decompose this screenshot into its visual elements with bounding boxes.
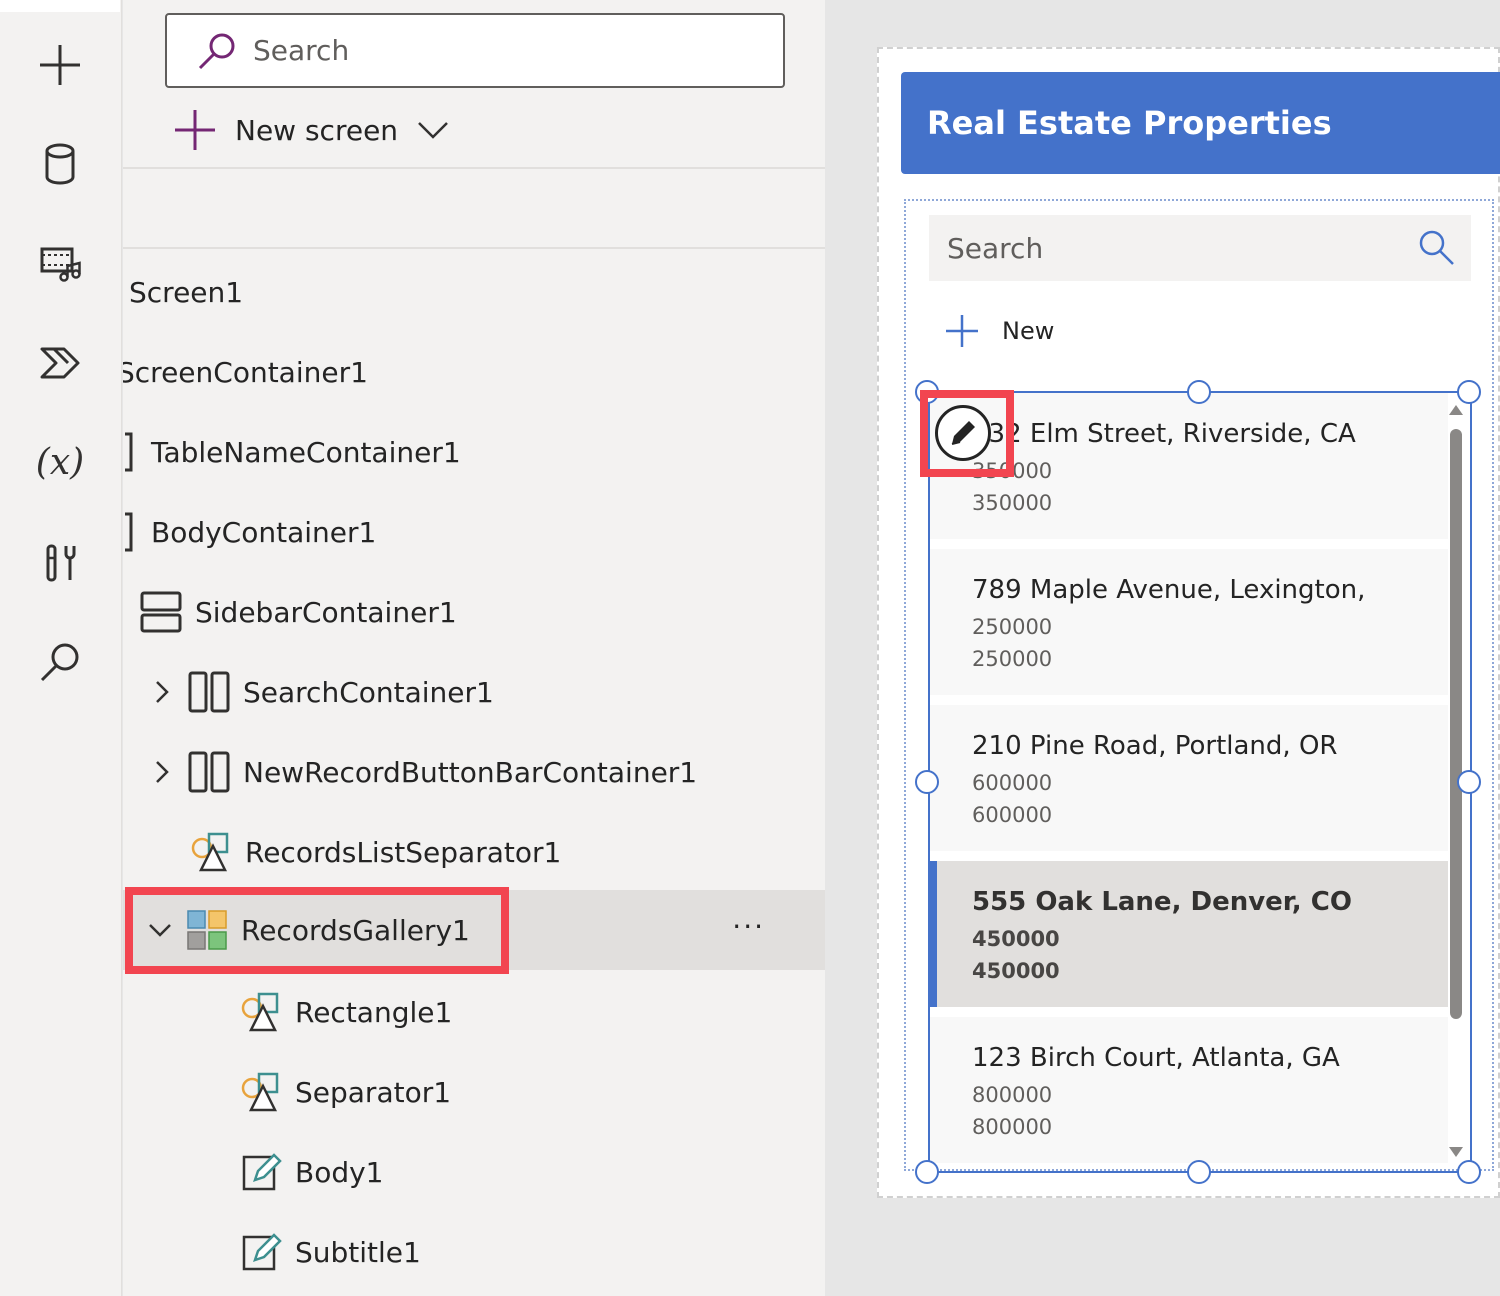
chevron-right-icon[interactable] [147, 757, 177, 787]
scrollbar-thumb[interactable] [1450, 429, 1462, 1019]
tree-node-label: SearchContainer1 [243, 675, 494, 709]
gallery-search-box[interactable] [929, 215, 1471, 281]
app-title: Real Estate Properties [927, 104, 1332, 142]
new-screen-button[interactable]: New screen [173, 108, 450, 152]
resize-handle[interactable] [915, 1160, 939, 1184]
variables-icon[interactable]: (x) [30, 432, 90, 492]
tree-node-label: SidebarContainer1 [195, 595, 457, 629]
chevron-right-icon[interactable] [147, 677, 177, 707]
tree-node-newrecordbuttonbarcontainer1[interactable]: NewRecordButtonBarContainer1 [147, 732, 697, 812]
tree-node-screen1[interactable]: Screen1 [123, 252, 243, 332]
resize-handle[interactable] [1457, 770, 1481, 794]
tree-node-screencontainer1[interactable]: ScreenContainer1 [123, 332, 368, 412]
search-icon[interactable] [30, 632, 90, 692]
resize-handle[interactable] [1457, 380, 1481, 404]
tree-node-label: BodyContainer1 [151, 515, 377, 549]
horizontal-container-icon [185, 668, 233, 716]
tree-node-label: RecordsListSeparator1 [245, 835, 562, 869]
plus-icon[interactable] [30, 35, 90, 95]
tree-node-label: ScreenContainer1 [123, 355, 368, 389]
tree-node-label: Separator1 [295, 1075, 452, 1109]
item-subtitle: 800000 [972, 1083, 1053, 1107]
power-automate-icon[interactable] [30, 333, 90, 393]
vertical-container-icon [137, 588, 185, 636]
tree-node-label: TableNameContainer1 [151, 435, 461, 469]
text-edit-icon [237, 1228, 285, 1276]
plus-icon [175, 110, 215, 150]
item-title: 432 Elm Street, Riverside, CA [972, 419, 1356, 449]
gallery-item-selected[interactable]: 555 Oak Lane, Denver, CO 450000 450000 [930, 861, 1448, 1007]
scroll-up-arrow[interactable] [1449, 405, 1463, 415]
item-body: 350000 [972, 491, 1053, 515]
more-options-button[interactable]: ··· [732, 910, 765, 943]
text-edit-icon [237, 1148, 285, 1196]
rail-active-tab [0, 0, 120, 12]
database-icon[interactable] [30, 134, 90, 194]
shapes-icon [187, 828, 235, 876]
gallery-item[interactable]: 210 Pine Road, Portland, OR 600000 60000… [930, 705, 1448, 851]
gallery-item[interactable]: 123 Birch Court, Atlanta, GA 800000 8000… [930, 1017, 1448, 1163]
item-title: 789 Maple Avenue, Lexington, [972, 575, 1366, 605]
tree-node-tablenamecontainer1[interactable]: TableNameContainer1 [123, 412, 461, 492]
divider [123, 247, 825, 249]
item-title: 210 Pine Road, Portland, OR [972, 731, 1338, 761]
left-rail: (x) [0, 0, 122, 1296]
highlight-box [920, 390, 1014, 477]
new-record-label: New [1002, 317, 1055, 345]
tree-node-bodycontainer1[interactable]: BodyContainer1 [123, 492, 376, 572]
shapes-icon [237, 1068, 285, 1116]
item-subtitle: 600000 [972, 771, 1053, 795]
tree-node-label: Rectangle1 [295, 995, 453, 1029]
tree-node-separator1[interactable]: Separator1 [237, 1052, 451, 1132]
item-subtitle: 250000 [972, 615, 1053, 639]
resize-handle[interactable] [1187, 380, 1211, 404]
chevron-down-icon[interactable] [416, 113, 450, 147]
media-icon[interactable] [30, 233, 90, 293]
resize-handle[interactable] [1187, 1160, 1211, 1184]
tree-node-rectangle1[interactable]: Rectangle1 [237, 972, 452, 1052]
app-screen[interactable]: Real Estate Properties New 432 Elm Stree… [877, 47, 1500, 1198]
resize-handle[interactable] [915, 770, 939, 794]
item-body: 600000 [972, 803, 1053, 827]
container-icon [123, 508, 139, 556]
resize-handle[interactable] [1457, 1160, 1481, 1184]
new-record-button[interactable]: New [944, 311, 1054, 351]
scroll-down-arrow[interactable] [1449, 1147, 1463, 1157]
gallery-item[interactable]: 789 Maple Avenue, Lexington, 250000 2500… [930, 549, 1448, 695]
item-body: 250000 [972, 647, 1053, 671]
item-title: 123 Birch Court, Atlanta, GA [972, 1043, 1340, 1073]
tree-node-sidebarcontainer1[interactable]: SidebarContainer1 [137, 572, 457, 652]
divider [123, 167, 825, 169]
item-subtitle: 450000 [972, 927, 1060, 951]
tools-icon[interactable] [30, 532, 90, 592]
tree-node-searchcontainer1[interactable]: SearchContainer1 [147, 652, 494, 732]
new-screen-label: New screen [235, 113, 399, 147]
shapes-icon [237, 988, 285, 1036]
app-header: Real Estate Properties [901, 72, 1500, 174]
tree-node-subtitle1[interactable]: Subtitle1 [237, 1212, 421, 1292]
item-body: 800000 [972, 1115, 1053, 1139]
tree-node-label: Screen1 [129, 275, 244, 309]
item-body: 450000 [972, 959, 1060, 983]
search-icon [198, 33, 235, 69]
tree-view-panel: New screen Screen1 ScreenContainer1 Tabl… [123, 0, 825, 1296]
design-canvas: Real Estate Properties New 432 Elm Stree… [825, 0, 1500, 1296]
tree-node-body1[interactable]: Body1 [237, 1132, 384, 1212]
tree-search-input[interactable] [253, 34, 733, 67]
tree-node-label: Body1 [295, 1155, 384, 1189]
tree-node-label: NewRecordButtonBarContainer1 [243, 755, 698, 789]
search-icon [1419, 230, 1454, 265]
records-gallery[interactable]: 432 Elm Street, Riverside, CA 350000 350… [928, 391, 1472, 1173]
plus-icon [946, 315, 978, 347]
tree-search-box[interactable] [165, 13, 785, 88]
item-title: 555 Oak Lane, Denver, CO [972, 887, 1352, 917]
sidebar-container[interactable]: New 432 Elm Street, Riverside, CA 350000… [904, 199, 1494, 1173]
horizontal-container-icon [185, 748, 233, 796]
container-icon [123, 428, 139, 476]
gallery-search-input[interactable] [947, 231, 1387, 265]
tree-node-recordslistseparator1[interactable]: RecordsListSeparator1 [187, 812, 561, 892]
tree-node-label: Subtitle1 [295, 1235, 421, 1269]
highlight-box [125, 887, 509, 974]
